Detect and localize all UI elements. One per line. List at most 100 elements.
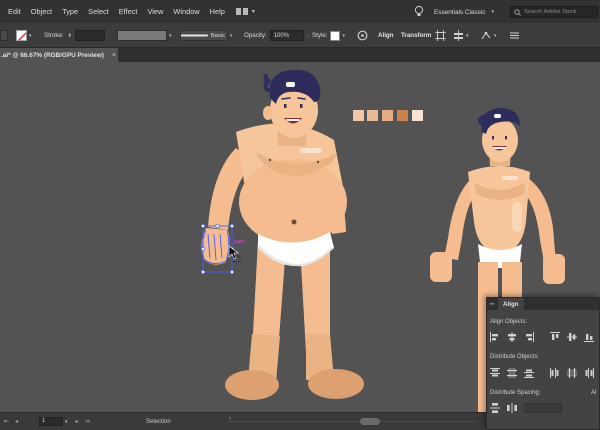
smart-guide-label: path xyxy=(234,239,245,245)
align-to-label: Al xyxy=(591,390,597,396)
horizontal-scroll-track[interactable] xyxy=(228,421,478,422)
horizontal-distribute-space-icon[interactable] xyxy=(507,403,517,413)
align-panel-header[interactable]: ▸▸ Align xyxy=(487,298,599,310)
style-control: Style: ▾ xyxy=(312,29,345,42)
vertical-distribute-top-icon[interactable] xyxy=(490,368,500,378)
chevron-down-icon: ▾ xyxy=(494,32,497,39)
stepper-icon[interactable]: ⬍ xyxy=(68,33,72,39)
current-tool-readout[interactable]: Selection xyxy=(146,417,171,426)
chevron-down-icon: ▾ xyxy=(466,32,469,39)
swatch-4[interactable] xyxy=(397,110,408,121)
chevron-down-icon: ▾ xyxy=(491,9,495,15)
stroke-label: Stroke: xyxy=(44,32,64,39)
horizontal-distribute-left-icon[interactable] xyxy=(550,368,560,378)
align-objects-label: Align Objects: xyxy=(490,319,528,325)
workspace-switcher[interactable]: Essentials Classic ▾ xyxy=(434,6,504,18)
close-icon[interactable]: × xyxy=(112,52,116,59)
menu-view[interactable]: View xyxy=(142,7,168,16)
previous-artboard-icon[interactable]: ◂ xyxy=(15,418,19,425)
distribute-spacing-label: Distribute Spacing: xyxy=(490,390,541,396)
distribute-spacing-row xyxy=(490,401,562,415)
menu-effect[interactable]: Effect xyxy=(114,7,143,16)
vertical-align-center-icon[interactable] xyxy=(567,332,577,342)
spacing-value-field xyxy=(524,403,562,413)
menu-edit[interactable]: Edit xyxy=(0,7,26,16)
arrange-documents-icon[interactable]: ▾ xyxy=(235,6,258,18)
chevron-down-icon[interactable]: ▾ xyxy=(65,419,68,425)
control-bar: ▾ Stroke: ⬍ ▾ Basic ▾ Opacity: 100% › St… xyxy=(0,23,600,48)
vertical-align-top-icon[interactable] xyxy=(550,332,560,342)
artboard-number-field[interactable]: 1 xyxy=(39,417,64,426)
selection-cursor-icon xyxy=(228,245,241,263)
menu-help[interactable]: Help xyxy=(205,7,230,16)
more-options-button[interactable] xyxy=(509,29,520,42)
transform-button[interactable]: Transform xyxy=(401,29,431,42)
swatch-1[interactable] xyxy=(353,110,364,121)
warp-pin-icon xyxy=(481,31,491,40)
stroke-weight-control: Stroke: ⬍ xyxy=(44,29,105,42)
swatch-2[interactable] xyxy=(367,110,378,121)
last-artboard-icon[interactable]: ⇥ xyxy=(85,418,91,425)
chevron-down-icon: ▾ xyxy=(169,32,172,39)
swatch-3[interactable] xyxy=(382,110,393,121)
horizontal-distribute-center-icon[interactable] xyxy=(567,368,577,378)
menu-object[interactable]: Object xyxy=(26,7,57,16)
stroke-weight-field[interactable] xyxy=(74,30,105,41)
distribute-objects-row xyxy=(490,366,594,380)
chevron-down-icon: ▾ xyxy=(342,32,345,39)
swatch-5[interactable] xyxy=(412,110,423,121)
document-tabbar: .ai* @ 66.67% (RGB/GPU Preview) × xyxy=(0,48,600,62)
menu-type[interactable]: Type xyxy=(57,7,83,16)
brush-stroke-icon xyxy=(181,34,208,37)
menu-select[interactable]: Select xyxy=(83,7,114,16)
stroke-swatch[interactable] xyxy=(16,30,27,41)
variable-width-control[interactable]: ▾ xyxy=(117,29,172,42)
character-heavy[interactable]: path xyxy=(201,69,364,400)
horizontal-distribute-right-icon[interactable] xyxy=(584,368,594,378)
chevron-down-icon: ▾ xyxy=(29,32,32,39)
horizontal-scrollbar-thumb[interactable] xyxy=(360,418,380,425)
lightbulb-icon[interactable] xyxy=(413,5,425,18)
skin-swatches xyxy=(353,110,423,121)
puppet-warp-control[interactable]: ▾ xyxy=(480,29,497,42)
horizontal-align-right-icon[interactable] xyxy=(524,332,534,342)
brush-label: Basic xyxy=(210,32,225,39)
stroke-color-control[interactable]: ▾ xyxy=(16,29,32,42)
recolor-artwork-button[interactable] xyxy=(357,29,368,42)
chevron-right-icon[interactable]: › xyxy=(307,33,309,39)
isolate-icon xyxy=(435,30,446,41)
vertical-distribute-center-icon[interactable] xyxy=(507,368,517,378)
align-objects-row xyxy=(490,330,594,344)
graphic-style-swatch[interactable] xyxy=(330,30,341,41)
next-artboard-icon[interactable]: ▸ xyxy=(76,418,80,425)
vertical-distribute-space-icon[interactable] xyxy=(490,403,500,413)
search-icon xyxy=(514,8,521,16)
first-artboard-icon[interactable]: ⇤ xyxy=(4,418,10,425)
artboard-navigation: ⇤ ◂ 1 ▾ ▸ ⇥ xyxy=(4,417,91,426)
align-panel-tab[interactable]: Align xyxy=(498,298,524,310)
search-input[interactable] xyxy=(524,9,597,15)
document-title: .ai* @ 66.67% (RGB/GPU Preview) xyxy=(1,51,104,59)
chevron-down-icon: ▾ xyxy=(230,32,233,39)
stock-search[interactable] xyxy=(510,6,598,18)
opacity-field[interactable]: 100% xyxy=(269,30,304,41)
brush-definition-control[interactable]: Basic ▾ xyxy=(180,29,233,42)
align-button[interactable]: Align xyxy=(378,29,393,42)
align-to-control[interactable]: ▾ xyxy=(453,29,469,42)
tool-name: Selection xyxy=(146,418,171,425)
isolate-selected-button[interactable] xyxy=(435,29,446,42)
align-panel: ▸▸ Align Align Objects: Distribute Objec… xyxy=(486,297,600,430)
menu-window[interactable]: Window xyxy=(168,7,204,16)
style-label: Style: xyxy=(312,32,328,39)
opacity-control: Opacity: 100% › xyxy=(244,29,308,42)
vertical-align-bottom-icon[interactable] xyxy=(584,332,594,342)
opacity-label: Opacity: xyxy=(244,32,267,39)
horizontal-align-left-icon[interactable] xyxy=(490,332,500,342)
document-tab[interactable]: .ai* @ 66.67% (RGB/GPU Preview) × xyxy=(0,48,118,62)
panel-grip-icon[interactable]: ▸▸ xyxy=(490,301,495,307)
color-wheel-icon xyxy=(357,30,368,41)
vertical-distribute-bottom-icon[interactable] xyxy=(524,368,534,378)
horizontal-align-center-icon[interactable] xyxy=(507,332,517,342)
selected-hand-path[interactable] xyxy=(201,224,234,274)
fill-control[interactable] xyxy=(0,29,8,42)
